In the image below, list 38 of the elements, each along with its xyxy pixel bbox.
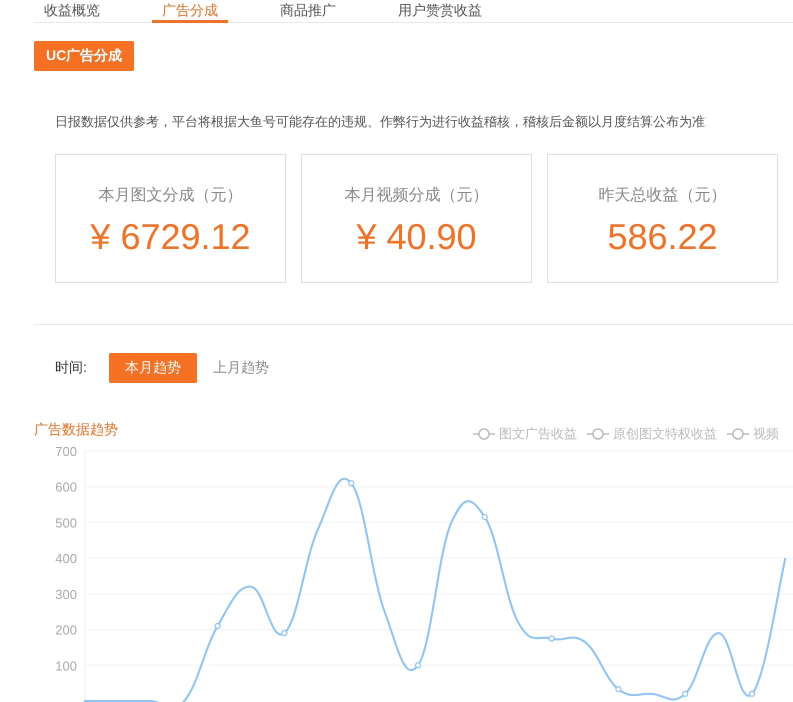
data-point [615, 686, 622, 692]
data-point [214, 622, 221, 630]
stat-value: ¥ 6729.12 [90, 216, 251, 258]
tab[interactable]: 商品推广 [270, 1, 346, 23]
legend-item[interactable]: 图文广告收益 [473, 425, 577, 443]
y-tick-label: 200 [55, 622, 77, 638]
y-tick-label: 700 [55, 444, 77, 459]
data-point [548, 635, 555, 642]
period-tab[interactable]: 本月趋势 [108, 353, 197, 383]
tab[interactable]: 收益概览 [34, 1, 110, 23]
legend-item[interactable]: 视频 [727, 425, 779, 443]
tab[interactable]: 用户赞赏收益 [388, 1, 492, 23]
stat-value: 586.22 [607, 216, 718, 258]
data-point [348, 480, 354, 486]
y-tick-label: 300 [55, 586, 77, 602]
period-tab[interactable]: 上月趋势 [196, 353, 285, 383]
time-label: 时间: [55, 359, 87, 377]
stat-label: 本月视频分成（元） [344, 186, 488, 206]
data-point [748, 690, 756, 697]
legend-line-icon [587, 428, 609, 440]
stat-value: ¥ 40.90 [356, 216, 477, 258]
data-point [414, 662, 422, 668]
section-button[interactable]: UC广告分成 [34, 41, 134, 71]
y-tick-label: 400 [55, 551, 77, 566]
legend-line-icon [473, 428, 495, 440]
chart-title: 广告数据趋势 [34, 421, 119, 439]
y-tick-label: 600 [55, 480, 77, 495]
data-point [482, 514, 488, 520]
data-point [682, 690, 688, 697]
stat-label: 昨天总收益（元） [598, 186, 726, 206]
y-tick-label: 500 [55, 515, 77, 530]
stat-label: 本月图文分成（元） [98, 186, 242, 206]
data-point [281, 630, 288, 636]
legend-item[interactable]: 原创图文特权收益 [587, 425, 717, 443]
notice-text: 日报数据仅供参考，平台将根据大鱼号可能存在的违规、作弊行为进行收益稽核，稽核后金额以月度结算公布为准 [55, 113, 706, 131]
legend-line-icon [727, 428, 749, 440]
tab[interactable]: 广告分成 [152, 1, 228, 23]
y-tick-label: 100 [55, 658, 77, 674]
